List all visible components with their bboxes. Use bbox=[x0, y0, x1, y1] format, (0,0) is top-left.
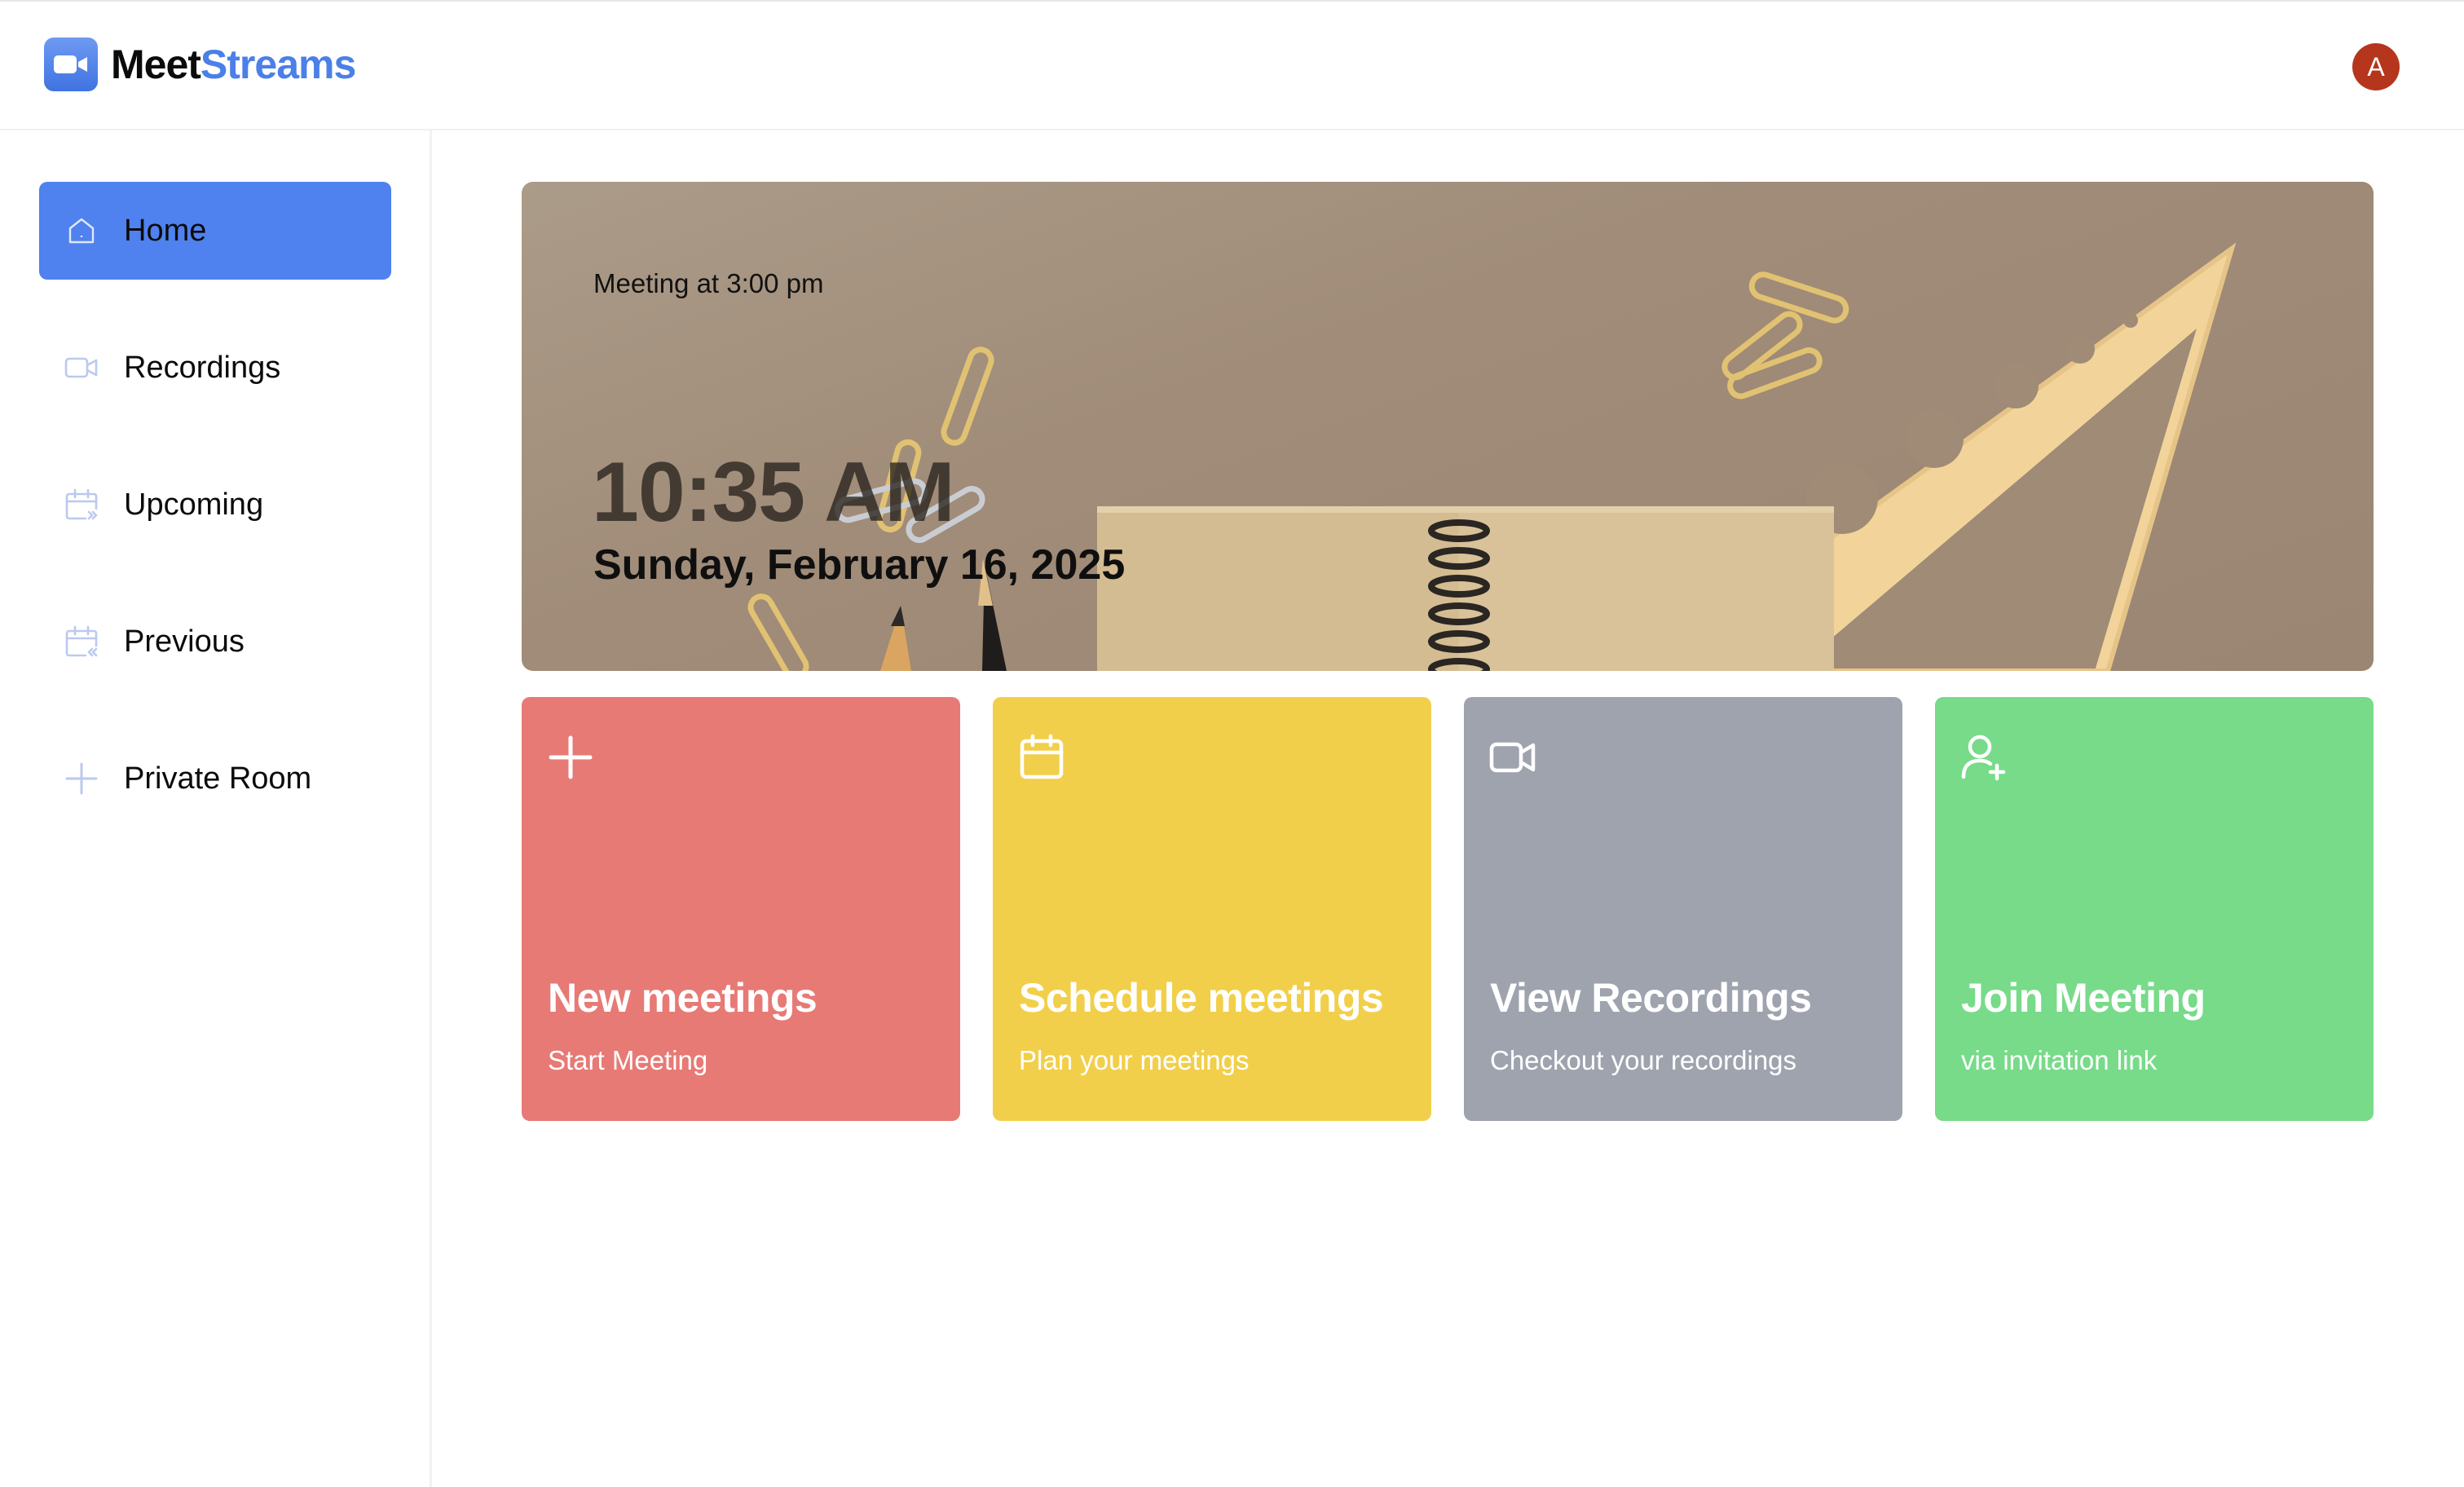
calendar-previous-icon bbox=[64, 624, 99, 660]
hero-banner: Meeting at 3:00 pm 10:35 AM Sunday, Febr… bbox=[522, 182, 2374, 671]
sidebar-item-home[interactable]: Home bbox=[39, 182, 391, 280]
app-name: MeetStreams bbox=[111, 38, 356, 91]
current-date: Sunday, February 16, 2025 bbox=[593, 541, 1126, 589]
card-title: Join Meeting bbox=[1961, 975, 2206, 1021]
card-subtitle: Checkout your recordings bbox=[1490, 1045, 1797, 1075]
video-icon bbox=[64, 350, 99, 386]
plus-icon bbox=[546, 733, 595, 782]
top-bar: MeetStreams A bbox=[0, 0, 2464, 130]
new-meeting-card[interactable]: New meetings Start Meeting bbox=[522, 697, 960, 1121]
desk-background-image bbox=[747, 242, 2237, 671]
sidebar-item-label: Recordings bbox=[124, 350, 281, 385]
plus-icon bbox=[64, 761, 99, 796]
video-camera-icon bbox=[44, 38, 98, 91]
sidebar-item-label: Upcoming bbox=[124, 487, 264, 522]
sidebar-item-label: Home bbox=[124, 213, 207, 248]
next-meeting-text: Meeting at 3:00 pm bbox=[593, 268, 824, 298]
app-name-part1: Meet bbox=[111, 42, 201, 87]
app-logo[interactable]: MeetStreams bbox=[44, 38, 356, 91]
user-avatar[interactable]: A bbox=[2352, 43, 2400, 90]
calendar-icon bbox=[1017, 733, 1066, 782]
card-title: Schedule meetings bbox=[1019, 975, 1384, 1021]
app-name-part2: Streams bbox=[200, 42, 356, 87]
sidebar-item-label: Private Room bbox=[124, 761, 312, 796]
view-recordings-card[interactable]: View Recordings Checkout your recordings bbox=[1464, 697, 1902, 1121]
sidebar: Home Recordings Upcoming Previous Privat… bbox=[0, 130, 432, 1487]
sidebar-item-private-room[interactable]: Private Room bbox=[39, 730, 391, 827]
card-title: View Recordings bbox=[1490, 975, 1812, 1021]
video-icon bbox=[1488, 733, 1537, 782]
user-plus-icon bbox=[1959, 733, 2008, 782]
sidebar-item-upcoming[interactable]: Upcoming bbox=[39, 456, 391, 554]
sidebar-item-label: Previous bbox=[124, 624, 245, 659]
sidebar-item-recordings[interactable]: Recordings bbox=[39, 319, 391, 417]
home-icon bbox=[64, 213, 99, 249]
sidebar-item-previous[interactable]: Previous bbox=[39, 593, 391, 691]
card-subtitle: Start Meeting bbox=[548, 1045, 708, 1075]
card-title: New meetings bbox=[548, 975, 818, 1021]
calendar-upcoming-icon bbox=[64, 487, 99, 523]
current-time: 10:35 AM bbox=[592, 445, 955, 540]
card-subtitle: via invitation link bbox=[1961, 1045, 2158, 1075]
card-subtitle: Plan your meetings bbox=[1019, 1045, 1250, 1075]
schedule-meeting-card[interactable]: Schedule meetings Plan your meetings bbox=[993, 697, 1431, 1121]
join-meeting-card[interactable]: Join Meeting via invitation link bbox=[1935, 697, 2374, 1121]
